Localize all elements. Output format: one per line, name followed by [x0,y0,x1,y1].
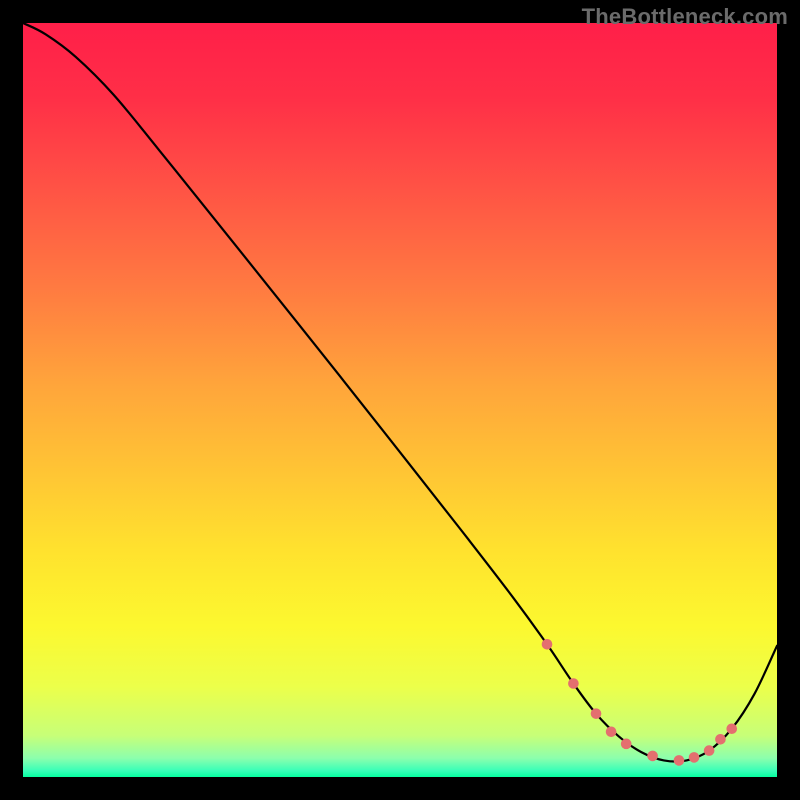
curve-dot [726,723,737,734]
chart-frame: TheBottleneck.com [0,0,800,800]
curve-dot [542,639,553,650]
curve-dot [591,708,602,719]
curve-dot [674,755,685,766]
curve-dot [689,752,700,763]
watermark-text: TheBottleneck.com [582,4,788,30]
curve-layer [23,23,777,777]
curve-dot [715,734,726,745]
plot-area [23,23,777,777]
curve-dot [621,739,632,750]
curve-dots [542,639,737,766]
curve-dot [704,745,715,756]
curve-dot [606,726,617,737]
bottleneck-curve [23,23,777,762]
curve-dot [647,751,658,762]
curve-dot [568,678,579,689]
